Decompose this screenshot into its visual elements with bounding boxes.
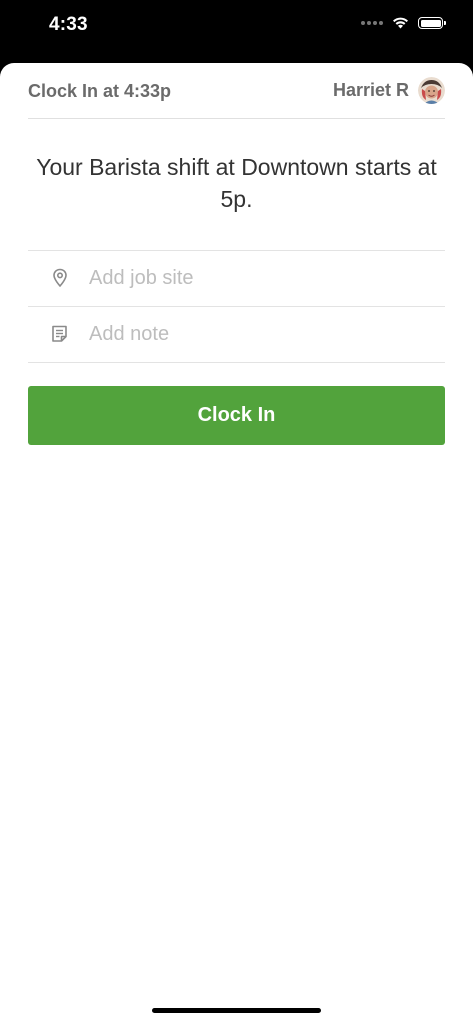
signal-dots-icon <box>361 21 383 25</box>
job-site-row[interactable] <box>28 250 445 306</box>
battery-icon <box>418 17 446 29</box>
status-time: 4:33 <box>49 14 88 35</box>
note-input[interactable] <box>89 307 429 361</box>
avatar[interactable] <box>418 77 445 104</box>
wifi-icon <box>393 17 408 29</box>
note-row[interactable] <box>28 306 445 363</box>
home-indicator[interactable] <box>152 1008 321 1013</box>
user-profile[interactable]: Harriet R <box>333 77 445 104</box>
header: Clock In at 4:33p Harriet R <box>28 63 445 119</box>
job-site-input[interactable] <box>89 251 429 305</box>
page-title: Clock In at 4:33p <box>28 81 172 101</box>
location-pin-icon <box>53 268 67 288</box>
clock-in-sheet: Clock In at 4:33p Harriet R Your Barista… <box>0 63 473 1024</box>
status-icons <box>361 17 446 29</box>
status-bar: 4:33 <box>0 0 473 62</box>
user-name: Harriet R <box>332 80 409 100</box>
note-icon <box>52 325 67 342</box>
clock-in-button[interactable]: Clock In <box>28 386 445 445</box>
shift-message: Your Barista shift at Downtown starts at… <box>36 154 437 212</box>
